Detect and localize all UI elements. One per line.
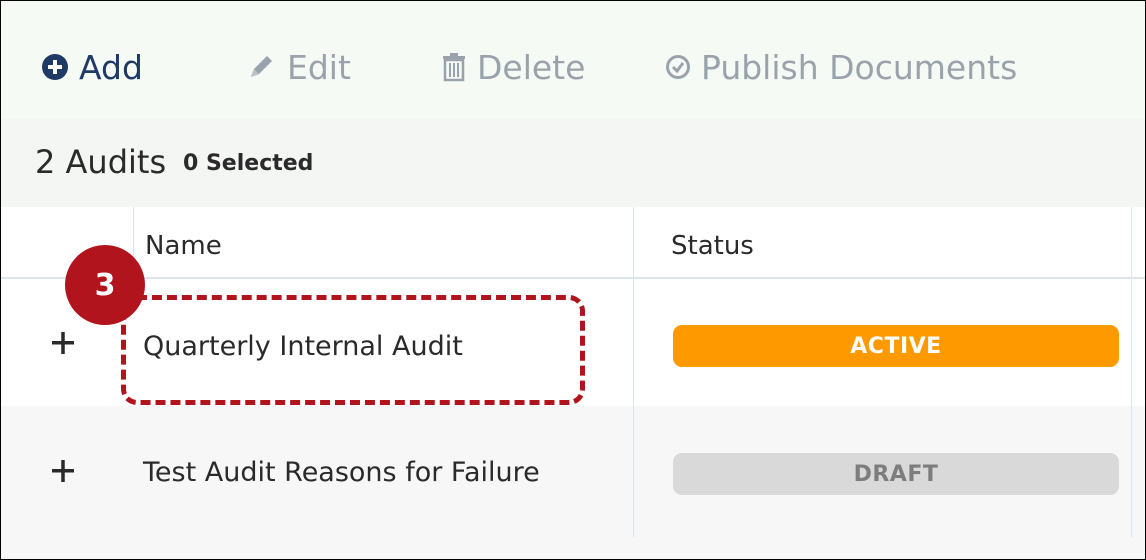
callout-number-badge: 3 — [65, 245, 145, 325]
plus-icon — [52, 460, 74, 482]
add-button[interactable]: Add — [41, 45, 143, 89]
column-header-status[interactable]: Status — [671, 231, 754, 261]
expand-row-button[interactable] — [47, 327, 79, 359]
status-badge: DRAFT — [673, 453, 1119, 495]
plus-circle-icon — [41, 53, 69, 81]
delete-button[interactable]: Delete — [441, 45, 585, 89]
column-divider — [633, 207, 634, 537]
edit-button-label: Edit — [287, 47, 351, 87]
audit-count: 2 Audits — [35, 143, 167, 181]
toolbar: Add Edit Delete Publish Documents — [1, 1, 1145, 119]
plus-icon — [52, 332, 74, 354]
audits-panel: Add Edit Delete Publish Documents 2 Audi… — [0, 0, 1146, 560]
pencil-icon — [245, 51, 277, 83]
audit-name-link[interactable]: Test Audit Reasons for Failure — [143, 457, 540, 488]
delete-button-label: Delete — [477, 47, 586, 87]
expand-row-button[interactable] — [47, 455, 79, 487]
trash-icon — [441, 52, 467, 82]
publish-documents-button[interactable]: Publish Documents — [665, 45, 1017, 89]
summary-bar — [1, 119, 1145, 207]
status-badge: ACTIVE — [673, 325, 1119, 367]
callout-highlight-box — [121, 295, 585, 405]
column-header-name[interactable]: Name — [145, 231, 222, 261]
add-button-label: Add — [79, 47, 143, 87]
edit-button[interactable]: Edit — [245, 45, 351, 89]
check-circle-icon — [665, 54, 691, 80]
publish-documents-label: Publish Documents — [701, 47, 1018, 87]
header-divider — [1, 277, 1145, 279]
selected-count: 0 Selected — [183, 151, 314, 176]
column-divider — [1131, 207, 1132, 537]
